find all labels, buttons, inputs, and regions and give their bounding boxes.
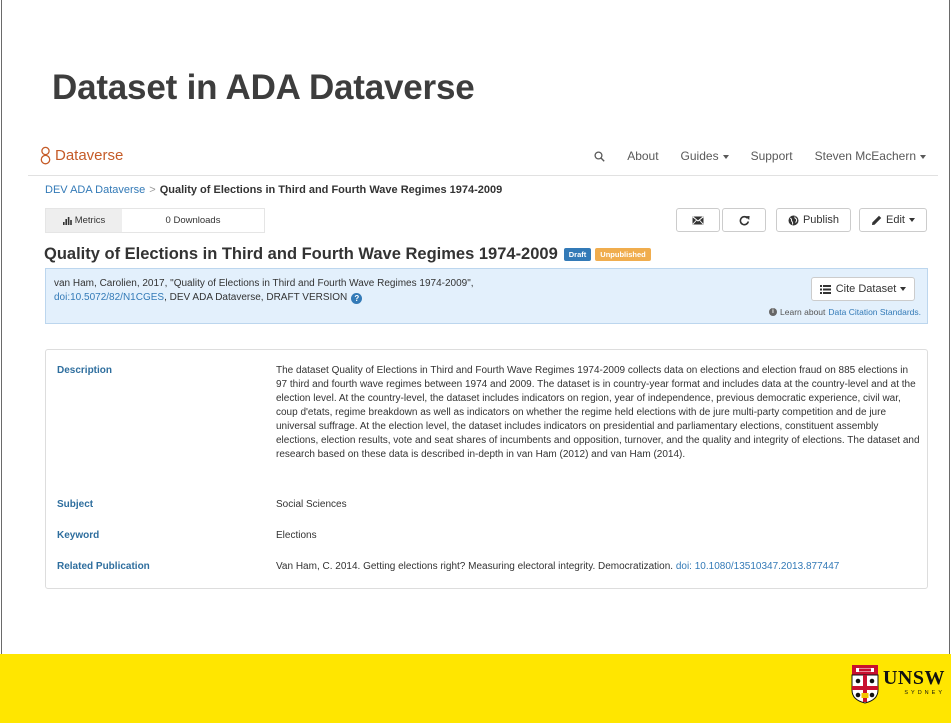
- breadcrumb-current: Quality of Elections in Third and Fourth…: [159, 184, 503, 196]
- chevron-down-icon: [722, 154, 729, 159]
- related-publication-doi-link[interactable]: doi: 10.1080/13510347.2013.877447: [676, 561, 840, 572]
- related-publication-label: Related Publication: [57, 561, 150, 572]
- metrics-button[interactable]: Metrics: [46, 209, 122, 232]
- unsw-crest-icon: [851, 665, 879, 704]
- subject-label: Subject: [57, 499, 94, 510]
- edit-label: Edit: [886, 214, 905, 226]
- user-name: Steven McEachern: [814, 149, 916, 163]
- citation-line1: van Ham, Carolien, 2017, "Quality of Ele…: [54, 278, 474, 289]
- dataverse-brand[interactable]: Dataverse: [40, 146, 123, 165]
- navbar: Dataverse About Guides Support Steven Mc…: [28, 140, 938, 176]
- citation-line2: , DEV ADA Dataverse, DRAFT VERSION: [164, 292, 348, 303]
- publish-label: Publish: [802, 214, 840, 226]
- breadcrumb: DEV ADA Dataverse > Quality of Elections i…: [45, 184, 502, 196]
- edit-dropdown-button[interactable]: Edit: [859, 208, 927, 232]
- unsw-sydney-text: SYDNEY: [904, 690, 945, 696]
- related-publication-text: Van Ham, C. 2014. Getting elections righ…: [276, 561, 674, 572]
- metadata-panel: Description The dataset Quality of Elect…: [45, 349, 928, 589]
- citation-text: van Ham, Carolien, 2017, "Quality of Ele…: [54, 277, 614, 305]
- keyword-value: Elections: [276, 530, 317, 541]
- downloads-count: 0 Downloads: [165, 215, 221, 226]
- cite-dataset-label: Cite Dataset: [835, 283, 897, 295]
- unpublished-badge: Unpublished: [595, 248, 651, 261]
- chevron-down-icon: [900, 287, 907, 291]
- breadcrumb-separator: >: [149, 184, 156, 196]
- unsw-logo: UNSW SYDNEY: [851, 664, 945, 704]
- citation-standards-note: i Learn about Data Citation Standards.: [769, 307, 921, 317]
- keyword-label: Keyword: [57, 530, 100, 541]
- list-icon: [819, 284, 831, 294]
- unsw-wordmark: UNSW SYDNEY: [883, 668, 945, 696]
- nav-guides-label: Guides: [680, 149, 719, 163]
- nav-menu: About Guides Support Steven McEachern: [594, 149, 926, 163]
- metadata-row-related-publication: Related Publication Van Ham, C. 2014. Ge…: [57, 560, 921, 574]
- citation-box: van Ham, Carolien, 2017, "Quality of Ele…: [45, 268, 928, 324]
- unsw-wordmark-text: UNSW: [882, 667, 945, 689]
- description-value: The dataset Quality of Elections in Thir…: [276, 365, 920, 460]
- slide-title: Dataset in ADA Dataverse: [52, 68, 475, 107]
- subject-value: Social Sciences: [276, 499, 347, 510]
- bar-chart-icon: [62, 216, 72, 225]
- citation-doi-link[interactable]: doi:10.5072/82/N1CGES: [54, 292, 164, 303]
- nav-user-menu[interactable]: Steven McEachern: [815, 149, 926, 163]
- breadcrumb-parent[interactable]: DEV ADA Dataverse: [45, 184, 145, 196]
- brand-label: Dataverse: [55, 147, 124, 164]
- share-icon: [739, 215, 750, 225]
- dataverse-logo-icon: [40, 146, 51, 165]
- email-contact-button[interactable]: [676, 208, 720, 232]
- envelope-icon: [692, 215, 704, 224]
- question-circle-icon[interactable]: ?: [351, 293, 363, 304]
- learn-text: Learn about: [780, 307, 826, 317]
- cite-dataset-button[interactable]: Cite Dataset: [811, 277, 915, 301]
- citation-standards-link[interactable]: Data Citation Standards.: [828, 307, 921, 317]
- metadata-row-description: Description The dataset Quality of Elect…: [57, 364, 921, 462]
- nav-about[interactable]: About: [627, 149, 658, 163]
- metadata-row-keyword: Keyword Elections: [57, 529, 921, 543]
- pencil-icon: [872, 215, 882, 225]
- draft-badge: Draft: [563, 248, 592, 261]
- dataset-title-row: Quality of Elections in Third and Fourth…: [44, 245, 651, 264]
- chevron-down-icon: [920, 154, 926, 159]
- related-publication-value: Van Ham, C. 2014. Getting elections righ…: [276, 560, 921, 574]
- nav-guides[interactable]: Guides: [681, 149, 729, 163]
- search-icon[interactable]: [594, 150, 605, 162]
- metrics-label: Metrics: [74, 215, 106, 226]
- slide-footer: UNSW SYDNEY: [0, 654, 951, 723]
- globe-icon: [788, 215, 799, 225]
- dataset-title: Quality of Elections in Third and Fourth…: [44, 245, 558, 263]
- description-label: Description: [57, 365, 113, 376]
- nav-support[interactable]: Support: [751, 149, 793, 163]
- share-button[interactable]: [722, 208, 766, 232]
- chevron-down-icon: [908, 218, 915, 222]
- metrics-bar: Metrics 0 Downloads: [45, 208, 265, 233]
- publish-button[interactable]: Publish: [776, 208, 851, 232]
- metadata-row-subject: Subject Social Sciences: [57, 498, 921, 512]
- info-icon: i: [769, 308, 778, 316]
